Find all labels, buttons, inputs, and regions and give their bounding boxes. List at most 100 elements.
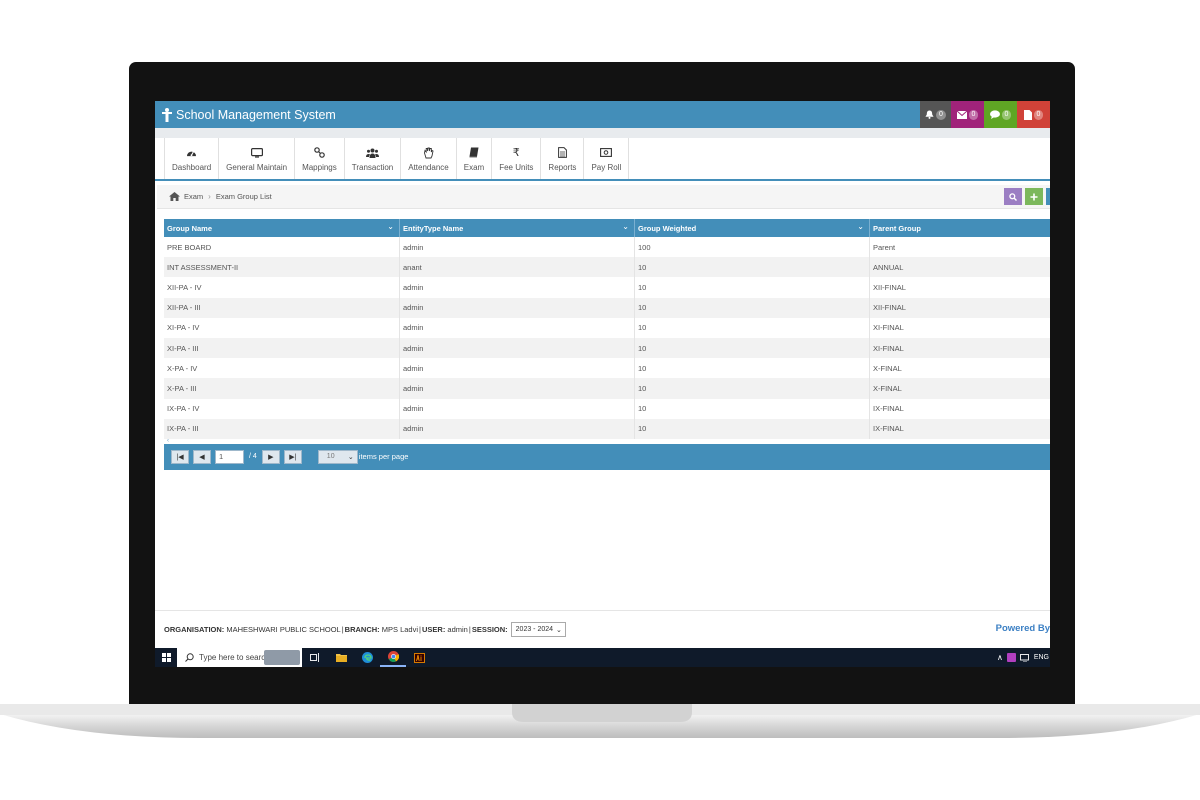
notifications-button[interactable]: 0 [920,101,951,128]
network-icon[interactable] [1019,653,1030,662]
cell-group-weighted: 10 [635,257,870,278]
edge-icon [361,652,373,663]
nav-label: Fee Units [499,162,534,172]
report-icon [558,147,567,158]
column-header-parent-group[interactable]: Parent Group [870,219,1050,237]
organisation-value: MAHESHWARI PUBLIC SCHOOL [226,625,341,634]
page-size-select[interactable]: 10 ⌄ [317,449,358,464]
table-row[interactable]: X-PA - IV admin 10 X-FINAL [164,358,1050,379]
cell-parent-group: Parent [873,242,896,252]
edge-browser-button[interactable] [354,648,380,667]
folder-icon [335,654,347,662]
session-select[interactable]: 2023 - 2024 ⌄ [510,622,566,637]
table-row[interactable]: X-PA - III admin 10 X-FINAL [164,378,1050,399]
nav-label: Reports [548,162,577,172]
chat-icon [989,110,1000,119]
nav-item-fee-units[interactable]: ₹ Fee Units [492,138,542,179]
column-menu-icon[interactable]: ⌄ [387,222,394,231]
notifications-count: 0 [936,109,946,120]
cell-group-name: INT ASSESSMENT-II [164,257,400,278]
cell-group-weighted: 10 [635,337,870,359]
table-row[interactable]: PRE BOARD admin 100 Parent [164,237,1050,258]
nav-label: General Maintain [226,162,288,172]
language-indicator[interactable]: ENG [1034,654,1049,661]
start-button[interactable] [155,648,177,667]
column-header-group-name[interactable]: Group Name ⌄ [164,219,400,237]
chat-count: 0 [1001,109,1012,120]
branch-label: BRANCH: [344,625,380,634]
illustrator-button[interactable] [406,648,432,667]
table-row[interactable]: XII-PA - III admin 10 XII-FINAL [164,297,1050,318]
nav-item-dashboard[interactable]: Dashboard [165,138,220,179]
nav-item-attendance[interactable]: Attendance [401,138,457,179]
hand-icon [424,147,434,158]
money-icon [600,148,613,157]
nav-label: Attendance [408,162,449,172]
table-row[interactable]: XII-PA - IV admin 10 XII-FINAL [164,277,1050,298]
cell-group-weighted: 10 [635,277,870,298]
taskbar-search-input[interactable]: Type here to search [177,648,302,667]
chevron-up-icon[interactable]: ∧ [997,653,1003,662]
documents-button[interactable]: 0 [1017,101,1050,128]
column-header-entitytype-name[interactable]: EntityType Name ⌄ [400,219,635,237]
cell-group-name: XI-PA - IV [164,317,400,338]
table-row[interactable]: XI-PA - IV admin 10 XI-FINAL [164,317,1050,338]
cell-group-name: XII-PA - III [164,297,400,318]
nav-item-pay-roll[interactable]: Pay Roll [584,138,630,179]
last-page-button[interactable]: ▶| [283,449,302,464]
cell-group-weighted: 100 [635,237,870,258]
nav-item-exam[interactable]: Exam [457,138,493,179]
breadcrumb: Exam › Exam Group List [157,185,1050,209]
messages-button[interactable]: 0 [951,101,984,128]
column-header-group-weighted[interactable]: Group Weighted ⌄ [635,219,870,237]
system-tray: ∧ ENG [997,648,1050,667]
nav-item-reports[interactable]: Reports [541,138,585,179]
nav-item-transaction[interactable]: Transaction [345,138,402,179]
column-label: Parent Group [873,223,921,233]
search-icon [1009,192,1017,201]
cell-group-weighted: 10 [635,378,870,399]
column-menu-icon[interactable]: ⌄ [622,222,629,231]
powered-by[interactable]: Powered By [996,623,1050,634]
search-highlight-image [264,650,300,665]
nav-item-mappings[interactable]: Mappings [295,138,345,179]
app-title[interactable]: School Management System [155,107,336,122]
table-row[interactable]: IX-PA - III admin 10 IX-FINAL [164,418,1050,439]
table-row[interactable]: INT ASSESSMENT-II anant 10 ANNUAL [164,257,1050,278]
first-page-button[interactable]: |◀ [171,449,189,464]
search-button[interactable] [1004,188,1022,205]
cell-parent-group: XI-FINAL [873,343,904,353]
document-icon [1023,109,1032,120]
cell-group-name: X-PA - IV [164,358,400,379]
session-label: SESSION: [471,625,508,634]
cell-parent-group: XI-FINAL [873,323,904,333]
nav-label: Exam [463,162,485,172]
chrome-browser-button[interactable] [380,648,406,667]
more-button[interactable] [1046,188,1050,205]
next-page-button[interactable]: ▶ [261,449,280,464]
cell-parent-group: X-FINAL [873,383,902,393]
table-row[interactable]: IX-PA - IV admin 10 IX-FINAL [164,398,1050,419]
app-tray-icon[interactable] [1006,653,1016,662]
book-icon [469,147,479,158]
home-icon[interactable] [169,192,180,201]
branch-value: MPS Ladvi [381,625,419,634]
add-button[interactable] [1025,188,1043,205]
nav-label: Pay Roll [591,162,622,172]
file-explorer-button[interactable] [328,648,354,667]
page-number-input[interactable]: 1 [215,449,244,464]
cell-parent-group: X-FINAL [873,363,902,373]
nav-item-general-maintain[interactable]: General Maintain [219,138,296,179]
chrome-icon [387,651,399,662]
prev-page-button[interactable]: ◀ [193,449,211,464]
chat-button[interactable]: 0 [984,101,1017,128]
cell-entitytype-name: admin [400,378,635,399]
breadcrumb-item-current: Exam Group List [215,192,272,201]
table-row[interactable]: XI-PA - III admin 10 XI-FINAL [164,337,1050,359]
school-logo-icon [162,107,172,122]
column-menu-icon[interactable]: ⌄ [857,222,864,231]
page-size-value: 10 [326,453,335,461]
breadcrumb-item-exam[interactable]: Exam [184,192,203,201]
column-label: Group Weighted [638,223,697,233]
task-view-button[interactable] [302,648,328,667]
